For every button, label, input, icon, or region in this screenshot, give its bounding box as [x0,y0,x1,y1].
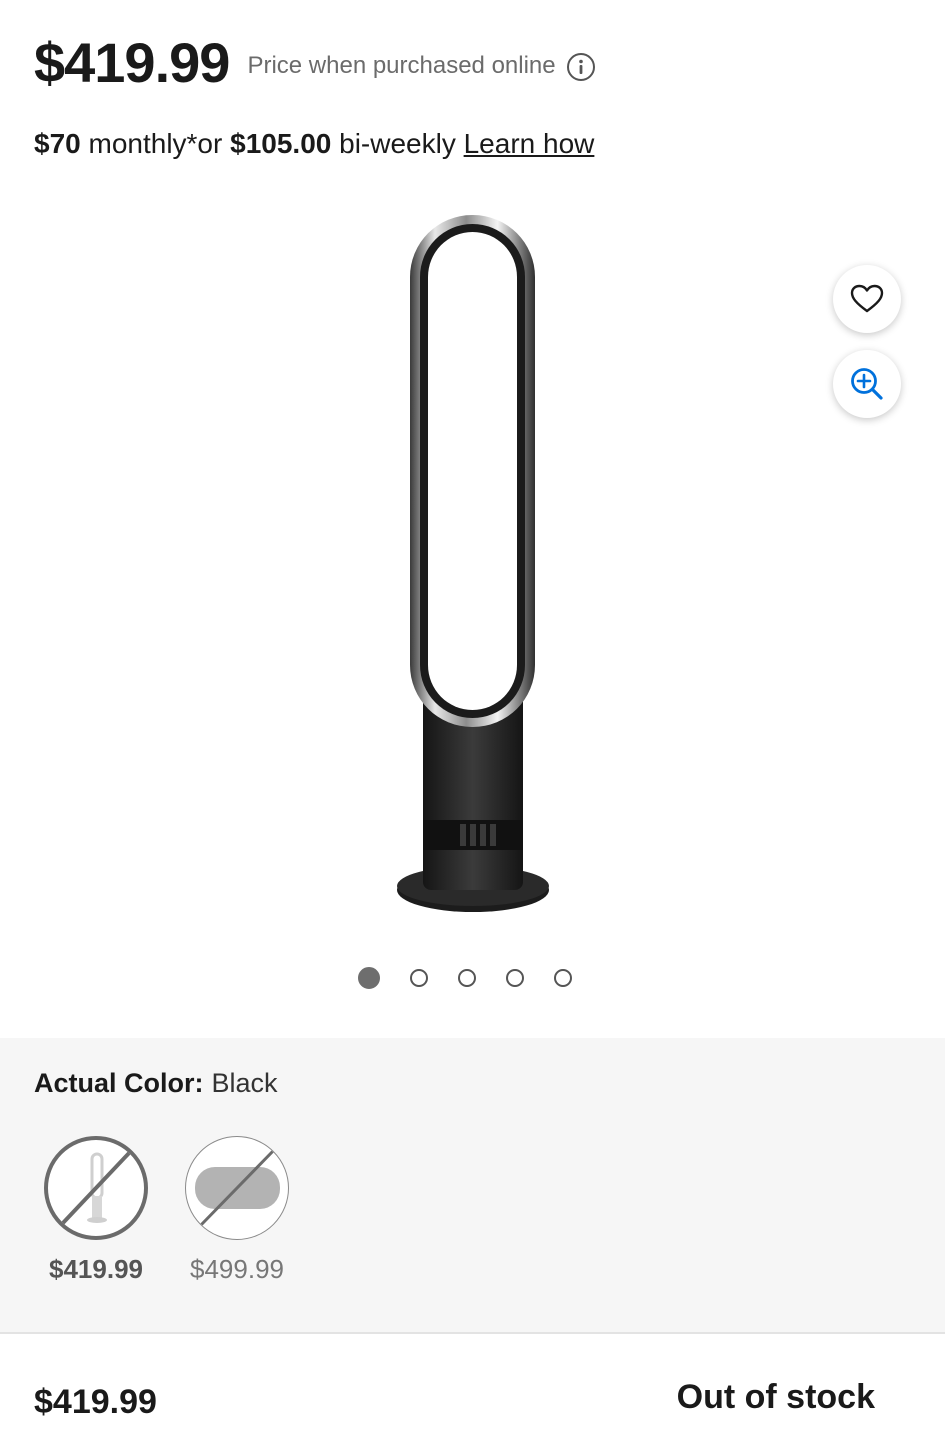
stock-status: Out of stock [676,1378,875,1416]
swatch-product-thumbnail [60,1150,132,1226]
financing-row: $70 monthly*or $105.00 bi-weekly Learn h… [34,128,594,160]
product-image[interactable] [380,210,570,925]
zoom-button[interactable] [833,350,901,418]
favorite-button[interactable] [833,265,901,333]
carousel-dot[interactable] [506,969,524,987]
carousel-dots [358,967,572,989]
product-price: $419.99 [34,31,230,94]
learn-how-link[interactable]: Learn how [464,128,595,159]
color-swatch-alt[interactable]: $499.99 [185,1136,289,1285]
carousel-dot[interactable] [458,969,476,987]
heart-icon [850,284,884,313]
swatch-product-thumbnail [194,1147,280,1227]
biweekly-amount: $105.00 [230,128,332,159]
color-label-value: Black [211,1068,278,1098]
color-label: Actual Color: Black [34,1068,278,1099]
swatch-image [185,1136,289,1240]
color-label-key: Actual Color: [34,1068,204,1098]
price-note: Price when purchased online [247,51,556,79]
swatch-price: $419.99 [49,1254,143,1284]
monthly-amount: $70 [34,128,81,159]
carousel-dot[interactable] [358,967,380,989]
carousel-dot[interactable] [554,969,572,987]
carousel-dot[interactable] [410,969,428,987]
footer-price: $419.99 [34,1383,157,1421]
swatch-price: $499.99 [190,1254,284,1284]
price-row: $419.99 Price when purchased online [34,30,596,95]
biweekly-text: bi-weekly [331,128,464,159]
swatch-image [44,1136,148,1240]
color-swatch-black[interactable]: $419.99 [44,1136,148,1285]
info-icon[interactable] [566,52,596,82]
monthly-text: monthly*or [80,128,231,159]
zoom-in-icon [851,368,883,400]
color-variant-panel: Actual Color: Black $419.99 $499.99 [0,1038,945,1334]
